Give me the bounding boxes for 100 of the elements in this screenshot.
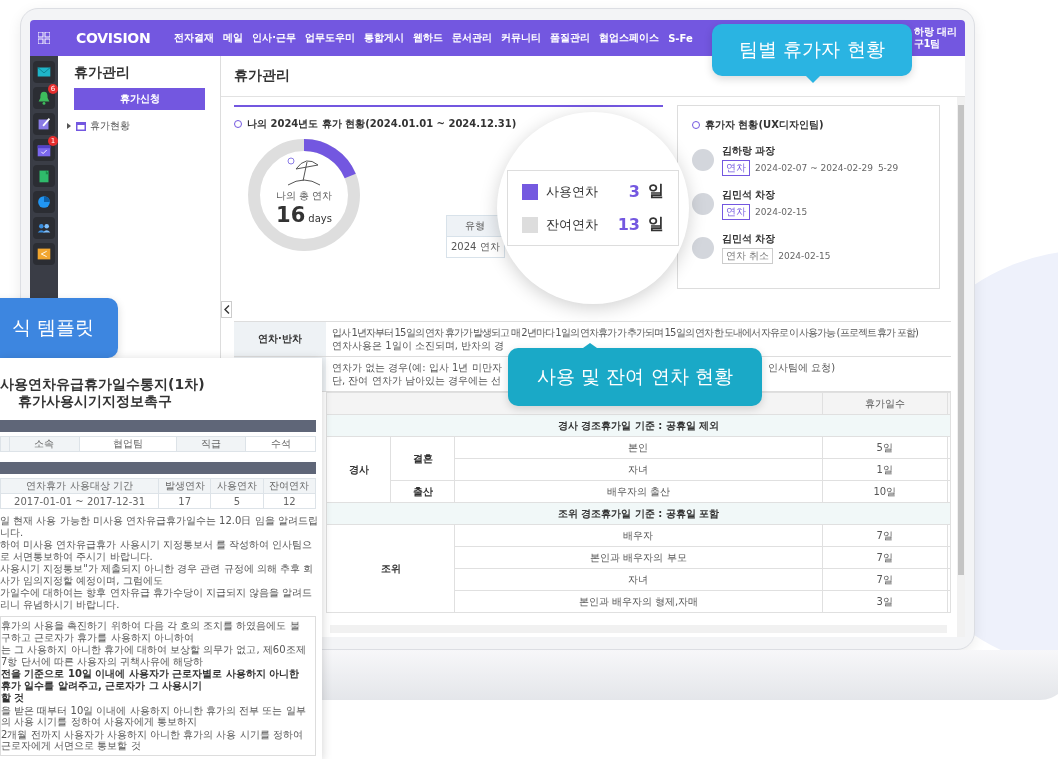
column-header: 휴가일수 — [822, 392, 948, 415]
table-cell: 소속 — [9, 436, 80, 452]
caret-icon[interactable] — [66, 123, 72, 129]
table-cell: 수석 — [245, 436, 316, 452]
legend-value: 13 — [616, 215, 640, 234]
section-heading: 경사 경조휴가일 기준 : 공휴일 제외 — [326, 414, 951, 437]
logo[interactable]: COVISION — [76, 30, 151, 46]
person-name: 김민석 차장 — [722, 188, 777, 202]
calendar-icon — [76, 121, 86, 131]
person-name: 김하랑 과장 — [722, 144, 777, 158]
target-cell: 자녀 — [454, 458, 823, 481]
table-cell: 2017-01-01 ~ 2017-12-31 — [0, 493, 159, 509]
days-cell: 10일 — [822, 480, 948, 503]
nav-item[interactable]: 통합게시 — [364, 31, 405, 45]
card-heading: 나의 2024년도 휴가 현황(2024.01.01 ~ 2024.12.31) — [247, 117, 517, 131]
side-title: 휴가관리 — [74, 64, 130, 82]
nav-item[interactable]: 웹하드 — [413, 31, 444, 45]
leave-note: 5-29 — [877, 163, 899, 173]
leave-period: 2024-02-07 ~ 2024-02-29 — [755, 163, 873, 173]
nav-item[interactable]: 문서관리 — [452, 31, 493, 45]
table-header: 사용연차 — [210, 478, 264, 494]
document-text: 가일수에 대하여는 향후 연차유급 휴가수당이 지급되지 않음을 알려드리니 유념하시기 바랍니다. — [0, 587, 314, 610]
days-cell: 5일 — [822, 436, 948, 459]
legend-unit: 일 — [648, 214, 664, 235]
tree-item[interactable]: 휴가현황 — [90, 119, 130, 133]
legend-label: 잔여연차 — [546, 215, 599, 234]
nav-item[interactable]: 커뮤니티 — [501, 31, 542, 45]
category-cell: 경사 — [326, 436, 391, 503]
callout-text: 팀별 휴가자 현황 — [739, 37, 885, 62]
row-label: 연차·반차 — [234, 322, 326, 356]
apply-button[interactable]: 휴가신청 — [74, 88, 205, 110]
document-text: 는 그 사용하지 아니한 휴가에 대하여 보상할 의무가 없고, 제60조제7항 단서에 따른 사용자의 귀책사유에 해당하 — [1, 644, 307, 667]
document-text: 일 현재 사용 가능한 미사용 연차유급휴가일수는 12.0日 임을 알려드립니다. — [0, 515, 319, 538]
nav-item[interactable]: 전자결재 — [174, 31, 215, 45]
table-cell: 협업팀 — [79, 436, 177, 452]
days-cell: 3일 — [822, 590, 948, 613]
document-text: 전을 기준으로 10일 이내에 사용자가 근로자별로 사용하지 아니한 휴가 일수를 알려주고, 근로자가 그 사용시기 — [1, 668, 301, 691]
subcategory-cell: 결혼 — [390, 436, 455, 481]
policy-text: 연차사용은 1일이 소진되며, 반차의 경 — [332, 339, 506, 352]
category-cell: 조위 — [326, 524, 455, 613]
nav-item[interactable]: 업무도우미 — [305, 31, 356, 45]
leave-period: 2024-02-15 — [755, 207, 808, 217]
page-title: 휴가관리 — [234, 67, 290, 85]
target-cell: 본인 — [454, 436, 823, 459]
avatar — [692, 193, 714, 215]
leave-tag: 연차 취소 — [722, 248, 774, 264]
collapse-button[interactable] — [221, 301, 232, 318]
legend-label: 사용연차 — [546, 182, 599, 201]
table-cell: 12 — [263, 493, 316, 509]
card-heading: 휴가자 현황(UX디자인팀) — [705, 118, 824, 132]
legend-unit: 일 — [648, 181, 664, 202]
document-title: 휴가사용시기지정보촉구 — [17, 393, 173, 410]
callout-text: 식 템플릿 — [11, 315, 94, 340]
nav-item[interactable]: S-Fe — [668, 32, 693, 44]
table-header: 연차휴가 사용대상 기간 — [0, 478, 159, 494]
leave-tag: 연차 — [722, 204, 750, 220]
leave-tag: 연차 — [722, 160, 750, 176]
document-text: 할 것 — [1, 692, 26, 704]
user-name: 하랑 대리 — [913, 26, 957, 38]
table-cell: 직급 — [176, 436, 246, 452]
subcategory-cell: 출산 — [390, 480, 455, 503]
nav-item[interactable]: 협업스페이스 — [599, 31, 660, 45]
apps-grid-icon[interactable] — [38, 32, 50, 44]
document-title: 사용연차유급휴가일수통지(1차) — [0, 376, 206, 393]
user-team: 구1팀 — [913, 38, 942, 50]
target-cell: 본인과 배우자의 형제,자매 — [454, 590, 823, 613]
document-text: 2개월 전까지 사용자가 사용하지 아니한 휴가의 사용 시기를 정하여 근로자에게 서면으로 통보할 것 — [1, 728, 304, 752]
target-cell: 배우자 — [454, 524, 823, 547]
days-cell: 7일 — [822, 524, 948, 547]
person-name: 김민석 차장 — [722, 232, 777, 246]
total-unit: days — [308, 213, 332, 224]
total-value: 16 — [276, 203, 306, 227]
document-text: 하여 미사용 연차유급휴가 사용시기 지정통보서 를 작성하여 인사팀으로 서면통보하여 주시기 바랍니다. — [0, 539, 314, 562]
policy-text: 입사 1년자부터 15일의 연차 휴가가 발생되고 매 2년마다 1일의 연차휴가가 추가되며 15일의 연차 한도내에서 자유로이 사용가능 (프로젝트 휴가 포함) — [332, 326, 918, 339]
document-text: 을 받은 때부터 10일 이내에 사용하지 아니한 휴가의 전부 또는 일부의 사용 시기를 정하여 사용자에게 통보하지 — [1, 704, 307, 728]
callout-text: 사용 및 잔여 연차 현황 — [537, 364, 733, 389]
nav-item[interactable]: 메일 — [223, 31, 244, 45]
document-text: 사용시기 지정통보"가 제출되지 아니한 경우 관련 규정에 의해 추후 회사가 임의지정할 예정이며, 그럼에도 — [0, 563, 315, 586]
table-header: 잔여연차 — [263, 478, 316, 494]
nav-item[interactable]: 품질관리 — [550, 31, 591, 45]
document-text: 휴가의 사용을 촉진하기 위하여 다음 각 호의 조치를 하였음에도 불구하고 근로자가 휴가를 사용하지 아니하여 — [1, 620, 301, 643]
policy-text: 인사팀에 요청) — [768, 361, 837, 374]
table-cell-text: 2024 연차 — [450, 240, 501, 254]
avatar — [692, 237, 714, 259]
policy-text: 연차가 없는 경우(예: 입사 1년 미만자 — [332, 361, 503, 374]
table-header: 발생연차 — [158, 478, 211, 494]
avatar — [692, 149, 714, 171]
target-cell: 본인과 배우자의 부모 — [454, 546, 823, 569]
days-cell: 7일 — [822, 546, 948, 569]
days-cell: 7일 — [822, 568, 948, 591]
legend-value: 3 — [627, 182, 640, 201]
nav-item[interactable]: 인사·근무 — [252, 31, 297, 45]
table-cell: 5 — [210, 493, 264, 509]
chevron-left-icon[interactable] — [223, 305, 230, 314]
table-cell: 17 — [158, 493, 211, 509]
policy-text: 단, 잔여 연차가 남아있는 경우에는 선 — [332, 374, 503, 387]
scrollbar[interactable] — [957, 97, 965, 637]
target-cell: 자녀 — [454, 568, 823, 591]
target-cell: 배우자의 출산 — [454, 480, 823, 503]
leave-period: 2024-02-15 — [778, 251, 831, 261]
